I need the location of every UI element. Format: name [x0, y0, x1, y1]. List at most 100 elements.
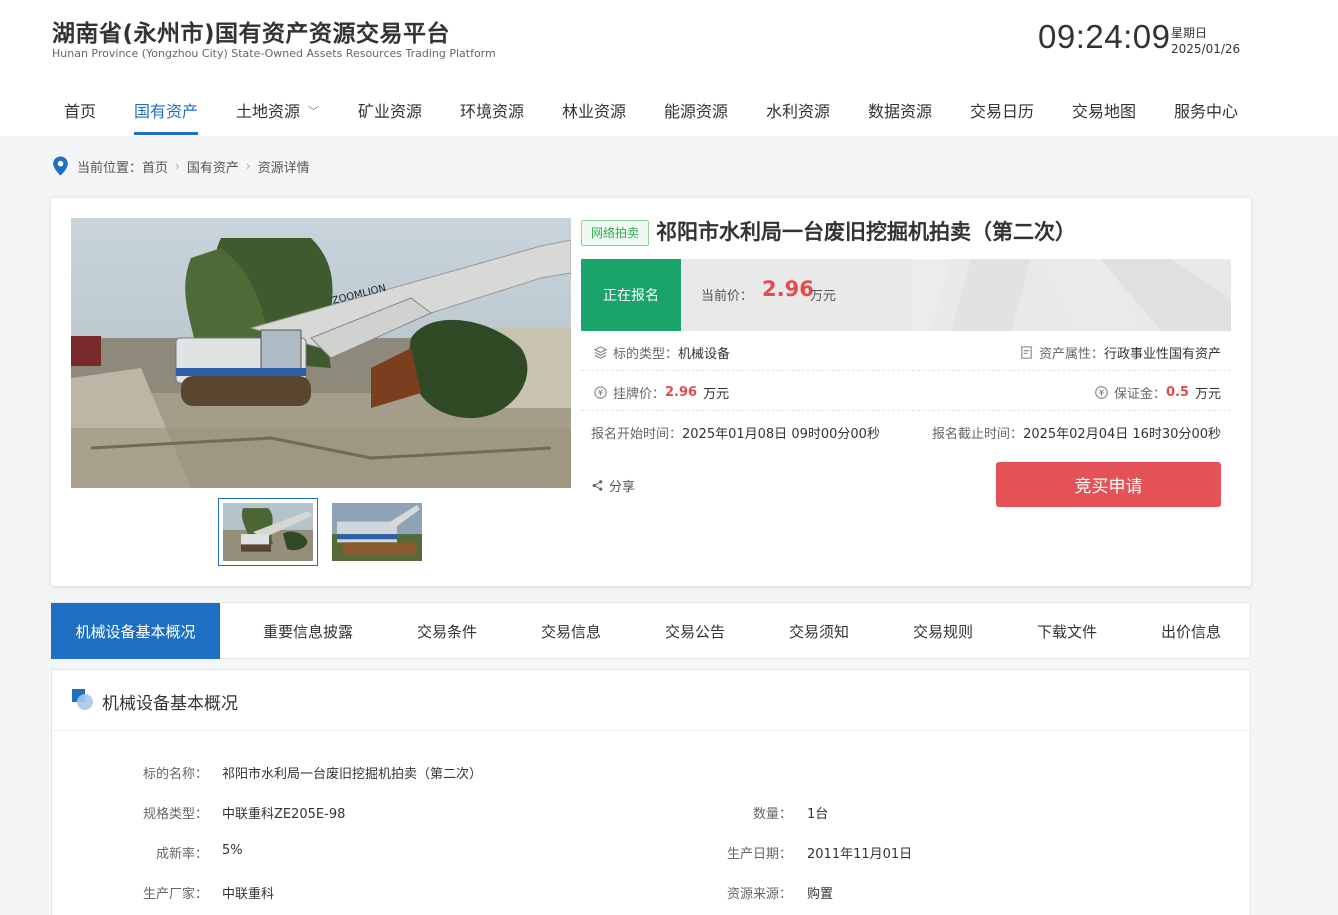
share-icon: [592, 480, 603, 491]
thumbnail-image: [332, 503, 422, 561]
spec-label: 规格类型：: [142, 807, 208, 822]
tab-notice[interactable]: 交易须知: [778, 603, 860, 659]
layers-icon: [593, 346, 608, 359]
tab-downloads[interactable]: 下载文件: [1026, 603, 1108, 659]
nav-item-mining[interactable]: 矿业资源: [358, 98, 422, 122]
nav-item-energy[interactable]: 能源资源: [664, 98, 728, 122]
main-photo[interactable]: ZOOMLION: [71, 218, 571, 488]
resource-source-value: 购置: [807, 887, 834, 902]
deposit-value: 0.5: [1165, 385, 1189, 400]
list-price: 挂牌价： 2.96 万元: [593, 383, 729, 402]
breadcrumb-current: 资源详情: [257, 160, 310, 176]
equipment-overview-panel: 机械设备基本概况 标的名称： 祁阳市水利局一台废旧挖掘机拍卖（第二次） 规格类型…: [51, 669, 1251, 915]
nav-item-calendar[interactable]: 交易日历: [970, 98, 1034, 122]
site-title[interactable]: 湖南省(永州市)国有资产资源交易平台: [52, 14, 450, 48]
current-price-value: 2.96: [762, 277, 814, 301]
nav-item-land[interactable]: 土地资源 ﹀: [236, 98, 319, 122]
clock-time: 09:24:09: [1038, 18, 1171, 55]
asset-attribute-value: 行政事业性国有资产: [1103, 347, 1221, 362]
newness-value: 5%: [222, 843, 243, 858]
tab-announcement[interactable]: 交易公告: [654, 603, 736, 659]
site-subtitle: Hunan Province (Yongzhou City) State-Own…: [52, 47, 496, 60]
detail-tabs: 机械设备基本概况 重要信息披露 交易条件 交易信息 交易公告 交易须知 交易规则…: [51, 602, 1251, 659]
clock-date: 2025/01/26: [1171, 42, 1241, 56]
breadcrumb-prefix: 当前位置：: [77, 160, 143, 176]
price-tag-icon: [594, 386, 607, 399]
signup-start-value: 2025年01月08日 09时00分00秒: [682, 427, 880, 442]
production-date-value: 2011年11月01日: [807, 847, 913, 862]
nav-item-data[interactable]: 数据资源: [868, 98, 932, 122]
signup-end-value: 2025年02月04日 16时30分00秒: [1023, 427, 1221, 442]
signup-end: 报名截止时间： 2025年02月04日 16时30分00秒: [932, 423, 1221, 442]
auction-type-badge: 网络拍卖: [581, 220, 650, 246]
site-header: 湖南省(永州市)国有资产资源交易平台 Hunan Province (Yongz…: [0, 0, 1338, 136]
list-price-value: 2.96: [665, 385, 698, 400]
share-label: 分享: [609, 480, 636, 495]
nav-item-water[interactable]: 水利资源: [766, 98, 830, 122]
spec-value: 中联重科ZE205E-98: [222, 807, 346, 822]
decorative-pattern: [911, 259, 1231, 331]
deposit: 保证金： 0.5 万元: [1094, 383, 1221, 402]
item-type-label: 标的类型：: [613, 347, 679, 362]
item-title: 祁阳市水利局一台废旧挖掘机拍卖（第二次）: [656, 220, 1076, 244]
resource-source-label: 资源来源：: [726, 887, 792, 902]
production-date-label: 生产日期：: [726, 847, 792, 862]
panel-header: 机械设备基本概况: [52, 670, 1250, 731]
main-nav: 首页 国有资产 土地资源 ﹀ 矿业资源 环境资源 林业资源 能源资源 水利资源 数…: [0, 88, 1338, 136]
current-price-unit: 万元: [810, 289, 837, 304]
tab-trade-info[interactable]: 交易信息: [530, 603, 612, 659]
breadcrumb: 当前位置： 首页 › 国有资产 › 资源详情: [52, 155, 310, 177]
current-price-label: 当前价：: [701, 289, 754, 304]
info-row-price: 挂牌价： 2.96 万元 保证金： 0.5 万元: [581, 371, 1231, 411]
tab-trade-conditions[interactable]: 交易条件: [406, 603, 488, 659]
signup-start: 报名开始时间： 2025年01月08日 09时00分00秒: [591, 423, 880, 442]
info-row-dates: 报名开始时间： 2025年01月08日 09时00分00秒 报名截止时间： 2025…: [581, 411, 1231, 451]
breadcrumb-home[interactable]: 首页: [142, 157, 168, 176]
nav-item-forestry[interactable]: 林业资源: [562, 98, 626, 122]
newness-label: 成新率：: [155, 847, 208, 862]
chevron-right-icon: ›: [175, 159, 180, 173]
thumbnail-2[interactable]: [327, 498, 427, 566]
tab-disclosure[interactable]: 重要信息披露: [250, 603, 366, 659]
status-badge: 正在报名: [581, 259, 681, 331]
deposit-unit: 万元: [1194, 387, 1221, 402]
share-button[interactable]: 分享: [591, 476, 635, 495]
quantity-value: 1台: [807, 807, 829, 822]
excavator-photo: ZOOMLION: [71, 218, 571, 488]
asset-attribute: 资产属性： 行政事业性国有资产: [1019, 343, 1221, 362]
item-name-value: 祁阳市水利局一台废旧挖掘机拍卖（第二次）: [222, 767, 483, 782]
chevron-right-icon: ›: [245, 159, 251, 173]
nav-item-service[interactable]: 服务中心: [1174, 98, 1238, 122]
price-bar: 正在报名 当前价： 2.96 万元: [581, 259, 1231, 331]
item-type-value: 机械设备: [678, 347, 731, 362]
signup-end-label: 报名截止时间：: [932, 427, 1024, 442]
deposit-icon: [1095, 386, 1108, 399]
nav-item-land-label: 土地资源: [236, 102, 301, 121]
quantity-label: 数量：: [752, 807, 792, 822]
tab-rules[interactable]: 交易规则: [902, 603, 984, 659]
nav-item-home[interactable]: 首页: [64, 98, 96, 122]
nav-item-state-assets[interactable]: 国有资产: [134, 98, 198, 122]
breadcrumb-state-assets[interactable]: 国有资产: [187, 157, 239, 176]
chevron-down-icon: ﹀: [308, 105, 320, 118]
asset-attribute-label: 资产属性：: [1038, 347, 1104, 362]
deposit-label: 保证金：: [1113, 387, 1166, 402]
signup-start-label: 报名开始时间：: [591, 427, 683, 442]
list-price-unit: 万元: [703, 387, 730, 402]
info-row-type: 标的类型： 机械设备 资产属性： 行政事业性国有资产: [581, 331, 1231, 371]
nav-item-environment[interactable]: 环境资源: [460, 98, 524, 122]
item-name-label: 标的名称：: [142, 767, 208, 782]
location-pin-icon: [53, 156, 68, 176]
tab-equipment-overview[interactable]: 机械设备基本概况: [51, 603, 220, 659]
apply-bid-button[interactable]: 竞买申请: [996, 462, 1221, 507]
nav-item-map[interactable]: 交易地图: [1072, 98, 1136, 122]
manufacturer-label: 生产厂家：: [142, 887, 208, 902]
manufacturer-value: 中联重科: [222, 887, 275, 902]
tab-bids[interactable]: 出价信息: [1150, 603, 1232, 659]
list-price-label: 挂牌价：: [613, 387, 666, 402]
panel-title: 机械设备基本概况: [102, 694, 238, 714]
section-icon: [72, 689, 93, 710]
clock-weekday: 星期日: [1171, 26, 1208, 40]
nav-active-indicator: [134, 132, 198, 135]
thumbnail-1[interactable]: [218, 498, 318, 566]
